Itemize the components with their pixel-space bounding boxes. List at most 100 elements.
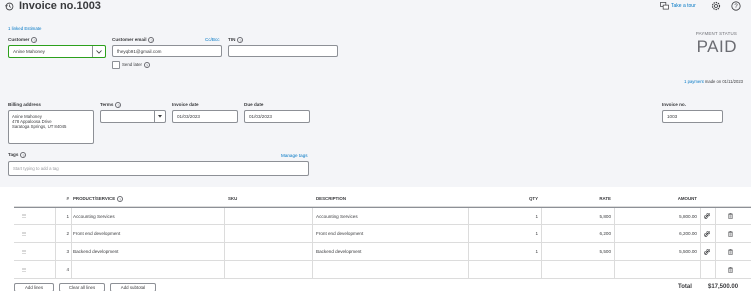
rate-cell[interactable]: 6,200 xyxy=(544,225,612,242)
send-later-checkbox[interactable] xyxy=(112,61,120,69)
description-cell[interactable]: Front end development xyxy=(316,225,466,242)
help-circle-icon[interactable]: ? xyxy=(20,152,27,158)
product-service-cell[interactable]: Backend development xyxy=(73,243,223,260)
product-service-cell[interactable]: Accounting Services xyxy=(73,208,223,224)
tin-input[interactable] xyxy=(228,45,338,57)
row-number: 3 xyxy=(66,249,69,254)
take-tour-link[interactable]: Take a tour xyxy=(671,3,696,9)
amount-cell[interactable]: 5,500.00 xyxy=(618,243,697,260)
link-icon[interactable] xyxy=(704,208,712,224)
sku-cell[interactable] xyxy=(228,243,308,260)
payment-link[interactable]: 1 payment xyxy=(684,79,704,84)
amount-cell[interactable]: 5,800.00 xyxy=(618,208,697,224)
table-row[interactable]: 3 Backend development Backend development 1… xyxy=(14,243,751,261)
caret-down-icon[interactable] xyxy=(154,111,165,122)
qty-cell[interactable]: 1 xyxy=(469,225,538,242)
product-service-cell[interactable] xyxy=(73,261,223,278)
row-number: 2 xyxy=(66,231,69,236)
gear-icon[interactable] xyxy=(711,1,721,11)
page-title: Invoice no.1003 xyxy=(19,0,101,12)
terms-select[interactable] xyxy=(100,110,166,123)
customer-email-input[interactable]: fheyqb91@gmail.com xyxy=(112,45,222,57)
invoice-no-input[interactable]: 1003 xyxy=(662,110,723,123)
rate-cell[interactable]: 5,800 xyxy=(544,208,612,224)
due-date-input[interactable]: 01/03/2023 xyxy=(244,110,310,123)
sku-cell[interactable] xyxy=(228,208,308,224)
tour-icon[interactable] xyxy=(660,2,669,10)
manage-tags-link[interactable]: Manage tags xyxy=(281,153,308,158)
cc-bcc-link[interactable]: Cc/Bcc xyxy=(205,37,220,42)
trash-icon[interactable] xyxy=(728,261,736,278)
help-circle-icon[interactable]: ? xyxy=(237,37,244,43)
column-divider xyxy=(312,225,313,242)
clear-all-lines-button[interactable]: Clear all lines xyxy=(59,283,105,291)
table-row[interactable]: 2 Front end development Front end developm… xyxy=(14,225,751,243)
column-divider xyxy=(715,243,716,260)
qty-cell[interactable]: 1 xyxy=(469,208,538,224)
trash-icon[interactable] xyxy=(728,208,736,224)
drag-handle-icon[interactable] xyxy=(22,243,28,260)
rate-cell[interactable]: 5,500 xyxy=(544,243,612,260)
column-divider xyxy=(55,225,56,242)
tin-label: TIN? xyxy=(228,37,244,43)
invoice-date-input[interactable]: 01/03/2023 xyxy=(172,110,238,123)
add-lines-button[interactable]: Add lines xyxy=(14,283,54,291)
linked-estimate-link[interactable]: 1 linked Estimate xyxy=(8,26,41,31)
help-circle-icon[interactable]: ? xyxy=(117,195,124,202)
trash-icon[interactable] xyxy=(728,225,736,242)
total-value: $17,500.00 xyxy=(708,284,739,290)
drag-handle-icon[interactable] xyxy=(22,208,28,224)
product-service-cell[interactable]: Front end development xyxy=(73,225,223,242)
invoice-no-label: Invoice no. xyxy=(662,102,686,107)
description-cell[interactable]: Backend development xyxy=(316,243,466,260)
column-header-product: PRODUCT/SERVICE? xyxy=(73,195,124,202)
column-header-description: DESCRIPTION xyxy=(316,196,347,201)
add-subtotal-button[interactable]: Add subtotal xyxy=(110,283,156,291)
description-cell[interactable] xyxy=(316,261,466,278)
column-divider xyxy=(700,225,701,242)
column-header-number: # xyxy=(66,196,69,201)
invoice-header-area xyxy=(0,0,751,187)
help-circle-icon[interactable]: ? xyxy=(115,102,122,108)
column-header-qty: QTY xyxy=(528,196,538,201)
billing-address-textarea[interactable]: Anine Mahoney 478 Appaloosa Drive Sarato… xyxy=(8,110,94,144)
rate-cell[interactable] xyxy=(544,261,611,278)
column-divider xyxy=(224,208,225,224)
help-circle-icon[interactable]: ? xyxy=(31,37,38,43)
description-cell[interactable]: Accounting Services xyxy=(316,208,466,224)
help-circle-icon[interactable]: ? xyxy=(148,37,155,43)
recent-transactions-icon[interactable] xyxy=(5,2,14,11)
drag-handle-icon[interactable] xyxy=(22,225,28,242)
total-label: Total xyxy=(678,284,692,290)
send-later-label: Send later? xyxy=(122,62,151,68)
customer-select[interactable]: Anine Mahoney xyxy=(8,45,106,58)
column-divider xyxy=(715,261,716,278)
amount-cell[interactable]: 6,200.00 xyxy=(618,225,697,242)
column-divider xyxy=(312,208,313,224)
payment-status-value: PAID xyxy=(696,37,737,56)
trash-icon[interactable] xyxy=(728,243,736,260)
customer-select-value: Anine Mahoney xyxy=(13,49,45,54)
amount-cell[interactable] xyxy=(618,261,697,278)
column-divider xyxy=(541,243,542,260)
sku-cell[interactable] xyxy=(228,261,308,278)
link-icon[interactable] xyxy=(704,243,712,260)
column-divider xyxy=(614,208,615,224)
column-divider xyxy=(614,261,615,278)
column-divider xyxy=(715,225,716,242)
sku-cell[interactable] xyxy=(228,225,308,242)
column-header-rate: RATE xyxy=(599,196,611,201)
qty-cell[interactable]: 1 xyxy=(469,243,538,260)
qty-cell[interactable] xyxy=(469,261,538,278)
tags-input[interactable]: Start typing to add a tag xyxy=(8,161,309,176)
link-icon[interactable] xyxy=(704,225,712,242)
help-circle-icon[interactable]: ? xyxy=(144,62,151,68)
table-row[interactable]: 1 Accounting Services Accounting Services 1… xyxy=(14,207,751,225)
drag-handle-icon[interactable] xyxy=(22,261,28,278)
table-row[interactable]: 4 xyxy=(14,261,751,279)
chevron-down-icon[interactable] xyxy=(92,46,105,57)
column-divider xyxy=(541,225,542,242)
column-divider xyxy=(55,243,56,260)
help-icon[interactable]: ? xyxy=(731,1,741,11)
column-divider xyxy=(541,261,542,278)
